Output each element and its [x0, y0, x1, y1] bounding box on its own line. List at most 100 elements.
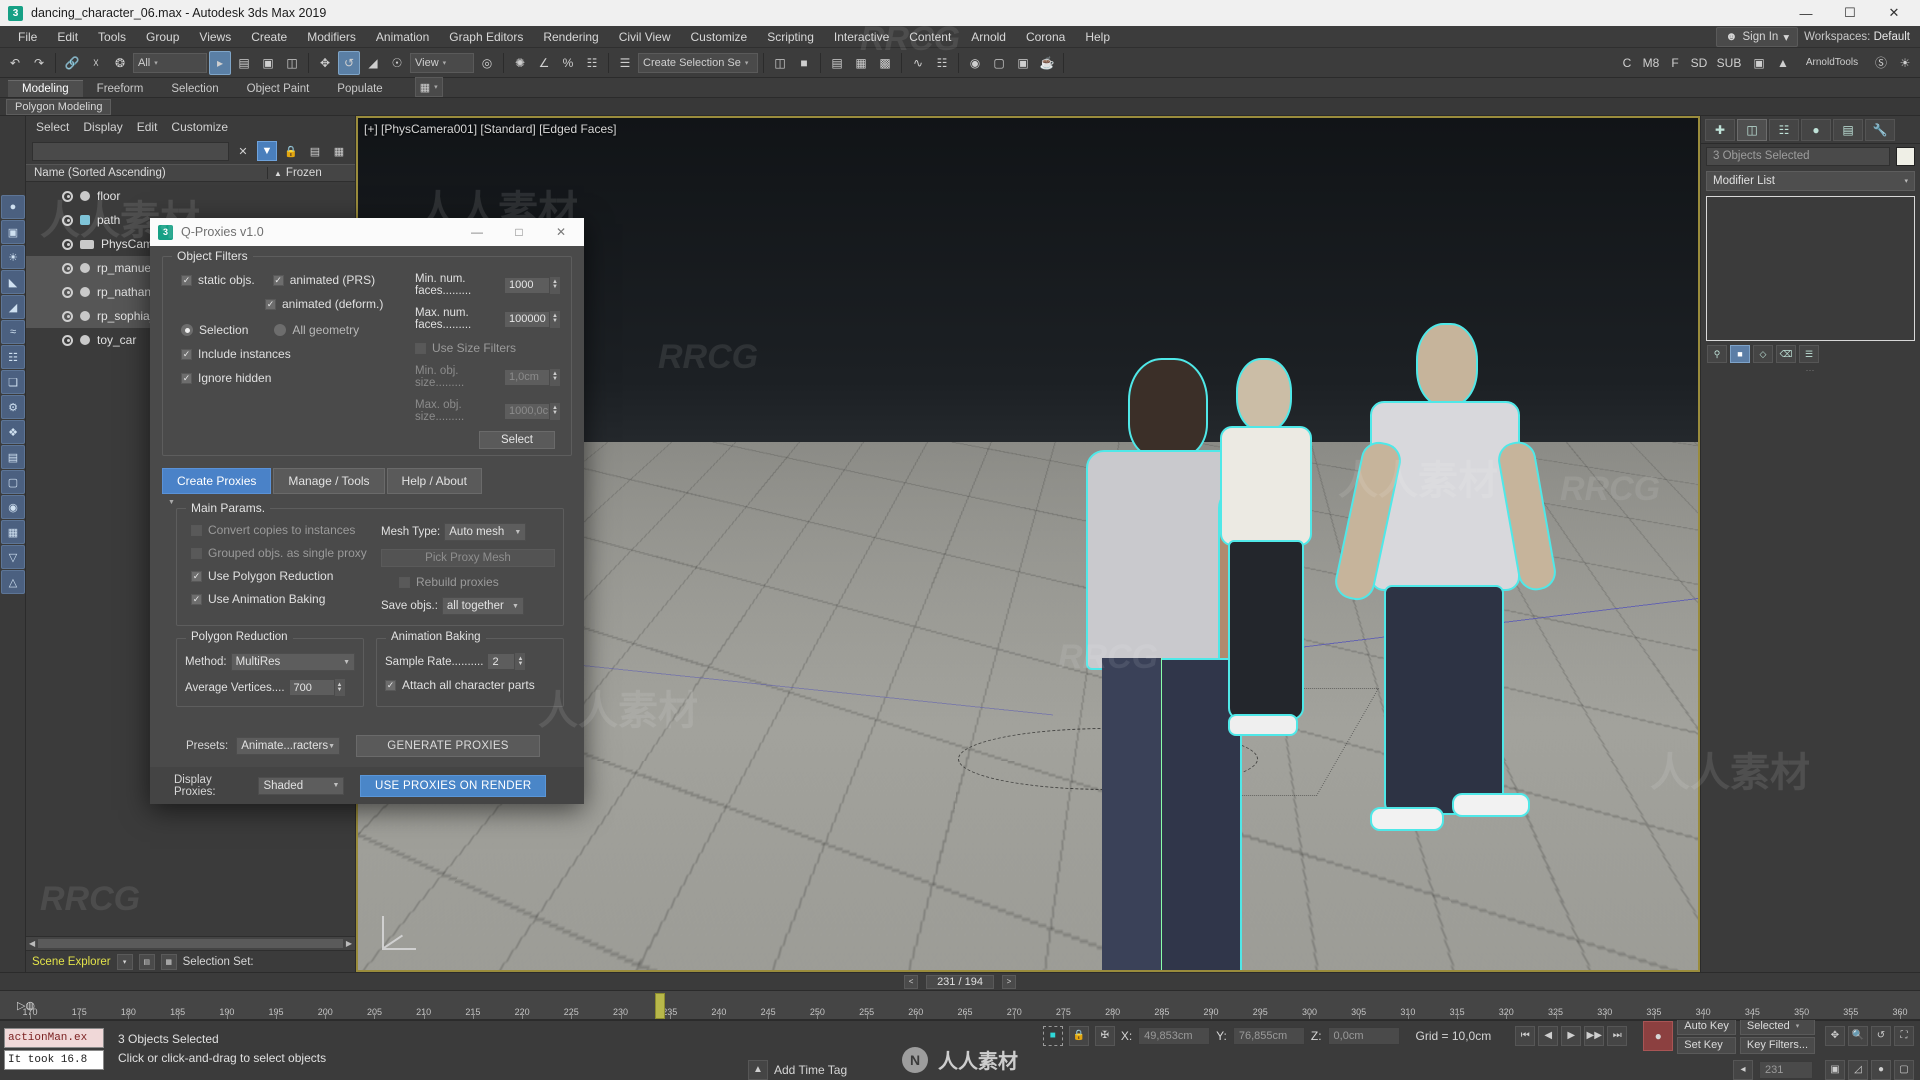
- rendered-frame-window-icon[interactable]: ▣: [1012, 51, 1034, 75]
- zoom-region-icon[interactable]: ▣: [1825, 1059, 1845, 1080]
- pin-stack-icon[interactable]: ⚲: [1707, 345, 1727, 363]
- ribbon-tab-modeling[interactable]: Modeling: [8, 80, 83, 97]
- scene-explorer-hscrollbar[interactable]: ◀ ▶: [26, 936, 355, 950]
- y-coordinate-field[interactable]: 76,855cm: [1232, 1026, 1305, 1045]
- checkbox-use-polygon-reduction[interactable]: ✓ Use Polygon Reduction: [191, 569, 381, 583]
- menu-item-corona[interactable]: Corona: [1016, 27, 1075, 47]
- collapse-all-icon[interactable]: ▦: [329, 141, 349, 161]
- scene-menu-select[interactable]: Select: [36, 120, 69, 134]
- reference-coordinate-dropdown[interactable]: View ▾: [410, 52, 474, 73]
- filter-bones-icon[interactable]: ⚙: [1, 395, 25, 419]
- x-coordinate-field[interactable]: 49,853cm: [1138, 1026, 1211, 1045]
- panel-resize-handle[interactable]: ⋯: [1701, 365, 1920, 375]
- select-object-icon[interactable]: ▸: [209, 50, 231, 75]
- clear-search-icon[interactable]: ✕: [233, 141, 253, 161]
- select-link-icon[interactable]: 🔗: [61, 51, 83, 75]
- zoom-icon[interactable]: 🔍: [1848, 1025, 1868, 1046]
- render-production-icon[interactable]: ☕: [1036, 51, 1058, 75]
- set-key-button[interactable]: Set Key: [1677, 1036, 1736, 1054]
- filter-shapes-icon[interactable]: ▣: [1, 220, 25, 244]
- maxscript-input-line[interactable]: It took 16.8: [4, 1049, 104, 1070]
- mirror-icon[interactable]: ◫: [769, 51, 791, 75]
- orbit-icon[interactable]: ↺: [1871, 1025, 1891, 1046]
- checkbox-animated-deform[interactable]: ✓ animated (deform.): [265, 297, 383, 311]
- go-to-start-icon[interactable]: ⏮: [1515, 1025, 1536, 1046]
- filter-modifiers-icon[interactable]: ▽: [1, 545, 25, 569]
- menu-item-modifiers[interactable]: Modifiers: [297, 27, 366, 47]
- scene-explorer-icon[interactable]: ▦: [850, 51, 872, 75]
- select-and-place-icon[interactable]: ☉: [386, 51, 408, 75]
- redo-icon[interactable]: ↷: [28, 51, 50, 75]
- ribbon-tab-object-paint[interactable]: Object Paint: [233, 81, 324, 97]
- select-and-rotate-icon[interactable]: ↺: [338, 50, 360, 75]
- filter-materials-icon[interactable]: ◉: [1, 495, 25, 519]
- corona-f-icon[interactable]: F: [1664, 51, 1686, 75]
- align-icon[interactable]: ■: [793, 51, 815, 75]
- undo-icon[interactable]: ↶: [4, 51, 26, 75]
- render-setup-icon[interactable]: ▢: [988, 51, 1010, 75]
- show-end-result-icon[interactable]: ■: [1730, 345, 1750, 363]
- filter-containers-icon[interactable]: ▢: [1, 470, 25, 494]
- menu-item-animation[interactable]: Animation: [366, 27, 439, 47]
- tab-modify[interactable]: ◫: [1737, 118, 1767, 141]
- menu-item-views[interactable]: Views: [189, 27, 241, 47]
- select-region-icon[interactable]: ▣: [257, 51, 279, 75]
- track-bar[interactable]: ▷◍ 170 175 180 185 190 195 200 205 210 215 220 225 2…: [0, 990, 1920, 1020]
- zoom-extents-icon[interactable]: ▢: [1894, 1059, 1914, 1080]
- tab-help-about[interactable]: Help / About: [386, 468, 482, 494]
- remove-modifier-icon[interactable]: ⌫: [1776, 345, 1796, 363]
- scroll-thumb[interactable]: [38, 939, 343, 948]
- min-num-faces-spinner[interactable]: 1000 ▲ ▼: [504, 276, 561, 294]
- sample-rate-spinner[interactable]: 2 ▲ ▼: [487, 653, 527, 670]
- menu-item-arnold[interactable]: Arnold: [961, 27, 1016, 47]
- add-time-tag-icon[interactable]: ▲: [748, 1059, 768, 1080]
- ribbon-options-dropdown[interactable]: ▦ ▾: [414, 77, 443, 97]
- ribbon-panel-polygon-modeling[interactable]: Polygon Modeling: [6, 98, 112, 115]
- current-frame-field[interactable]: 231: [1759, 1060, 1813, 1079]
- visibility-eye-icon[interactable]: [62, 238, 73, 250]
- filter-cameras-icon[interactable]: ◣: [1, 270, 25, 294]
- select-by-name-icon[interactable]: ▤: [233, 51, 255, 75]
- angle-snap-icon[interactable]: ∠: [533, 51, 555, 75]
- scene-search-input[interactable]: [32, 141, 229, 161]
- current-frame-prev-icon[interactable]: ◂: [1733, 1059, 1753, 1080]
- scene-menu-display[interactable]: Display: [83, 120, 122, 134]
- character-rp-nathan[interactable]: [1331, 323, 1559, 843]
- ribbon-toggle-icon[interactable]: ▩: [874, 51, 896, 75]
- spinner-arrows-icon[interactable]: ▲ ▼: [333, 679, 345, 696]
- next-frame-button[interactable]: >: [1001, 974, 1016, 989]
- curve-editor-icon[interactable]: ∿: [907, 51, 929, 75]
- make-unique-icon[interactable]: ◇: [1753, 345, 1773, 363]
- key-mode-dropdown[interactable]: Selected ▾: [1739, 1017, 1815, 1035]
- menu-item-edit[interactable]: Edit: [47, 27, 88, 47]
- corona-m8-icon[interactable]: M8: [1640, 51, 1662, 75]
- use-proxies-on-render-button[interactable]: USE PROXIES ON RENDER: [360, 774, 546, 797]
- filter-lights-icon[interactable]: ☀: [1, 245, 25, 269]
- field-of-view-icon[interactable]: ◿: [1848, 1059, 1868, 1080]
- method-dropdown[interactable]: MultiRes ▼: [230, 653, 355, 671]
- list-toggle-icon[interactable]: ▦: [160, 953, 177, 970]
- visibility-eye-icon[interactable]: [62, 262, 73, 274]
- menu-item-scripting[interactable]: Scripting: [757, 27, 824, 47]
- pick-proxy-mesh-button[interactable]: Pick Proxy Mesh: [381, 549, 555, 567]
- menu-item-help[interactable]: Help: [1075, 27, 1120, 47]
- menu-item-file[interactable]: File: [8, 27, 47, 47]
- key-filters-button[interactable]: Key Filters...: [1739, 1036, 1815, 1054]
- auto-key-toggle[interactable]: ●: [1643, 1020, 1674, 1051]
- corona-renderer-icon[interactable]: C: [1616, 51, 1638, 75]
- dialog-maximize-button[interactable]: □: [498, 218, 540, 246]
- filter-geometry-icon[interactable]: ●: [1, 195, 25, 219]
- add-time-tag-label[interactable]: Add Time Tag: [774, 1063, 847, 1077]
- tab-create[interactable]: ✚: [1705, 118, 1735, 141]
- named-selection-sets-dropdown[interactable]: Create Selection Se ▾: [638, 52, 758, 73]
- arnold-light-icon[interactable]: ☀: [1894, 51, 1916, 75]
- close-button[interactable]: ✕: [1872, 0, 1916, 26]
- ribbon-tab-populate[interactable]: Populate: [323, 81, 396, 97]
- visibility-eye-icon[interactable]: [62, 310, 73, 322]
- modifier-stack[interactable]: [1706, 196, 1915, 341]
- edit-named-selection-icon[interactable]: ☰: [614, 51, 636, 75]
- scroll-left-arrow-icon[interactable]: ◀: [29, 939, 35, 948]
- selection-filter-dropdown[interactable]: All ▾: [133, 52, 207, 73]
- tab-display[interactable]: ▤: [1833, 118, 1863, 141]
- radio-all-geometry[interactable]: All geometry: [274, 323, 359, 337]
